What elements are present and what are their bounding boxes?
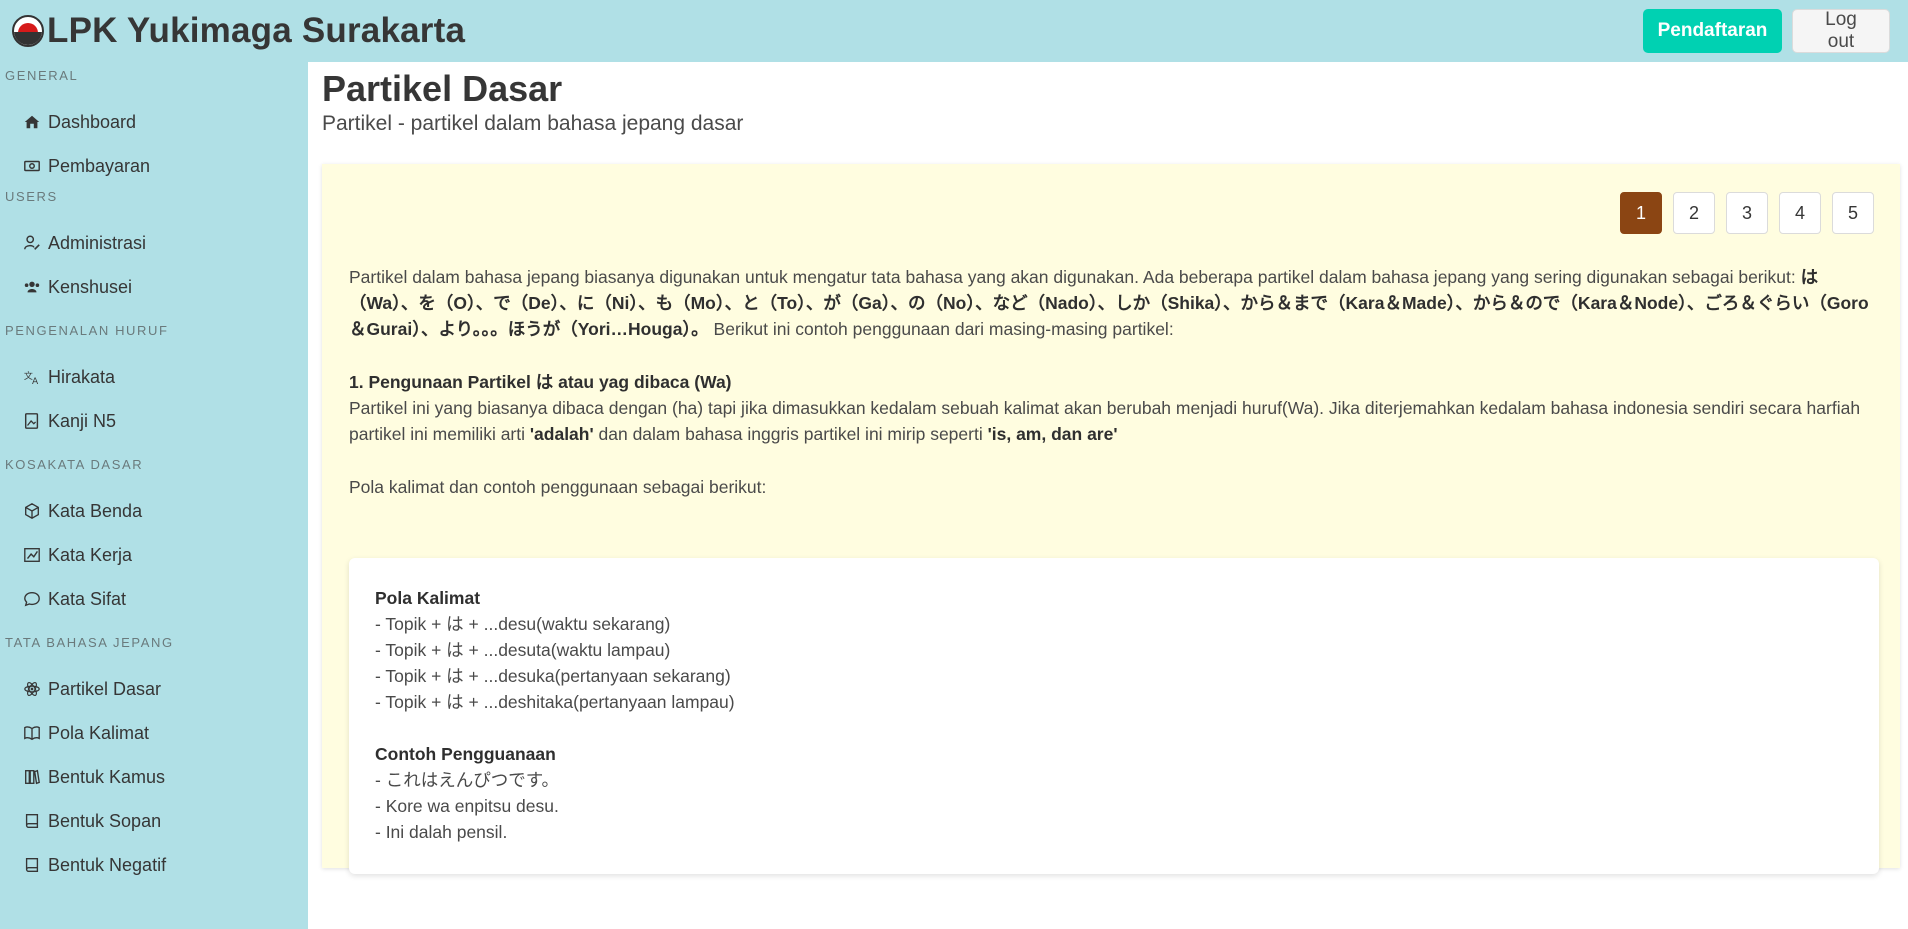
section-heading: 1. Pengunaan Partikel は atau yag dibaca … bbox=[349, 372, 732, 392]
sidebar-item-kenshusei[interactable]: Kenshusei bbox=[0, 265, 308, 309]
sidebar-item-label: Dashboard bbox=[48, 111, 137, 132]
meaning-english: 'is, am, dan are' bbox=[987, 424, 1118, 444]
sidebar-item-kata-kerja[interactable]: Kata Kerja bbox=[0, 533, 308, 577]
pagination: 1 2 3 4 5 bbox=[1620, 192, 1874, 234]
pattern-heading: Pola Kalimat bbox=[375, 588, 481, 608]
page-button-1[interactable]: 1 bbox=[1620, 192, 1662, 234]
sidebar-item-label: Partikel Dasar bbox=[48, 678, 162, 699]
sidebar-item-kata-sifat[interactable]: Kata Sifat bbox=[0, 577, 308, 621]
menu-label-pengenalan-huruf: PENGENALAN HURUF bbox=[5, 323, 169, 338]
intro-tail: Berikut ini contoh penggunaan dari masin… bbox=[708, 319, 1174, 339]
atom-icon bbox=[22, 679, 42, 699]
sidebar-item-dashboard[interactable]: Dashboard bbox=[0, 100, 308, 144]
sidebar-item-hirakata[interactable]: 文A Hirakata bbox=[0, 355, 308, 399]
sidebar-item-label: Hirakata bbox=[48, 366, 116, 387]
sidebar-item-label: Kata Kerja bbox=[48, 544, 133, 565]
book-icon bbox=[22, 855, 42, 875]
sidebar-item-kata-benda[interactable]: Kata Benda bbox=[0, 489, 308, 533]
pattern-line: - Topik + は + ...desu(waktu sekarang) bbox=[375, 614, 671, 634]
chat-icon bbox=[22, 589, 42, 609]
home-icon bbox=[22, 112, 42, 132]
pattern-line: - Topik + は + ...desuka(pertanyaan sekar… bbox=[375, 666, 731, 686]
intro-paragraph: Partikel dalam bahasa jepang biasanya di… bbox=[349, 264, 1879, 342]
section-paragraph: Partikel ini yang biasanya dibaca dengan… bbox=[349, 395, 1879, 447]
page-button-5[interactable]: 5 bbox=[1832, 192, 1874, 234]
page-button-3[interactable]: 3 bbox=[1726, 192, 1768, 234]
intro-text: Partikel dalam bahasa jepang biasanya di… bbox=[349, 267, 1801, 287]
sidebar-item-pembayaran[interactable]: Pembayaran bbox=[0, 144, 308, 188]
box-icon bbox=[22, 501, 42, 521]
logo-icon bbox=[12, 15, 44, 47]
brand[interactable]: LPK Yukimaga Surakarta bbox=[0, 0, 465, 62]
sidebar-item-bentuk-negatif[interactable]: Bentuk Negatif bbox=[0, 843, 308, 887]
sidebar-item-label: Bentuk Kamus bbox=[48, 766, 166, 787]
register-button[interactable]: Pendaftaran bbox=[1643, 9, 1782, 53]
sidebar-item-pola-kalimat[interactable]: Pola Kalimat bbox=[0, 711, 308, 755]
book-open-icon bbox=[22, 723, 42, 743]
sidebar-item-partikel-dasar[interactable]: Partikel Dasar bbox=[0, 667, 308, 711]
meaning-adalah: 'adalah' bbox=[529, 424, 594, 444]
user-edit-icon bbox=[22, 233, 42, 253]
sidebar-item-bentuk-kamus[interactable]: Bentuk Kamus bbox=[0, 755, 308, 799]
page-button-4[interactable]: 4 bbox=[1779, 192, 1821, 234]
page-title: Partikel Dasar bbox=[322, 68, 563, 109]
lesson-text: Partikel dalam bahasa jepang biasanya di… bbox=[349, 264, 1879, 500]
menu-label-kosakata-dasar: KOSAKATA DASAR bbox=[5, 457, 144, 472]
main-content: Partikel Dasar Partikel - partikel dalam… bbox=[308, 62, 1908, 929]
sidebar-item-label: Kata Sifat bbox=[48, 588, 127, 609]
language-icon: 文A bbox=[22, 367, 42, 387]
sidebar-item-label: Administrasi bbox=[48, 232, 147, 253]
menu-label-general: GENERAL bbox=[5, 68, 79, 83]
sidebar: GENERAL Dashboard Pembayaran USERS Admin… bbox=[0, 62, 308, 929]
page-subtitle: Partikel - partikel dalam bahasa jepang … bbox=[322, 112, 744, 135]
section-text-b: dan dalam bahasa inggris partikel ini mi… bbox=[593, 424, 988, 444]
money-icon bbox=[22, 156, 42, 176]
usage-line: - これはえんぴつです。 bbox=[375, 770, 559, 790]
sidebar-item-label: Pola Kalimat bbox=[48, 722, 150, 743]
book-icon bbox=[22, 811, 42, 831]
lesson-content-box: 1 2 3 4 5 Partikel dalam bahasa jepang b… bbox=[322, 164, 1900, 874]
pattern-line: - Topik + は + ...deshitaka(pertanyaan la… bbox=[375, 692, 735, 712]
page-button-2[interactable]: 2 bbox=[1673, 192, 1715, 234]
pattern-intro: Pola kalimat dan contoh penggunaan sebag… bbox=[349, 477, 767, 497]
app-title: LPK Yukimaga Surakarta bbox=[47, 11, 466, 50]
sidebar-item-label: Kenshusei bbox=[48, 276, 133, 297]
top-navbar: LPK Yukimaga Surakarta Pendaftaran Log o… bbox=[0, 0, 1908, 62]
usage-line: - Ini dalah pensil. bbox=[375, 822, 508, 842]
books-icon bbox=[22, 767, 42, 787]
pattern-line: - Topik + は + ...desuta(waktu lampau) bbox=[375, 640, 671, 660]
sidebar-item-kanji-n5[interactable]: Kanji N5 bbox=[0, 399, 308, 443]
sidebar-item-label: Bentuk Sopan bbox=[48, 810, 162, 831]
sidebar-item-label: Pembayaran bbox=[48, 155, 151, 176]
sidebar-item-administrasi[interactable]: Administrasi bbox=[0, 221, 308, 265]
menu-label-users: USERS bbox=[5, 189, 58, 204]
file-image-icon bbox=[22, 411, 42, 431]
sidebar-item-bentuk-sopan[interactable]: Bentuk Sopan bbox=[0, 799, 308, 843]
logout-button[interactable]: Log out bbox=[1792, 9, 1890, 53]
usage-heading: Contoh Pengguanaan bbox=[375, 744, 556, 764]
svg-text:A: A bbox=[32, 377, 39, 386]
example-card: Pola Kalimat - Topik + は + ...desu(waktu… bbox=[349, 558, 1879, 874]
sidebar-item-label: Kata Benda bbox=[48, 500, 143, 521]
running-icon bbox=[22, 545, 42, 565]
menu-label-tata-bahasa-jepang: TATA BAHASA JEPANG bbox=[5, 635, 174, 650]
usage-line: - Kore wa enpitsu desu. bbox=[375, 796, 559, 816]
sidebar-item-label: Bentuk Negatif bbox=[48, 854, 167, 875]
sidebar-item-label: Kanji N5 bbox=[48, 410, 117, 431]
users-icon bbox=[22, 277, 42, 297]
